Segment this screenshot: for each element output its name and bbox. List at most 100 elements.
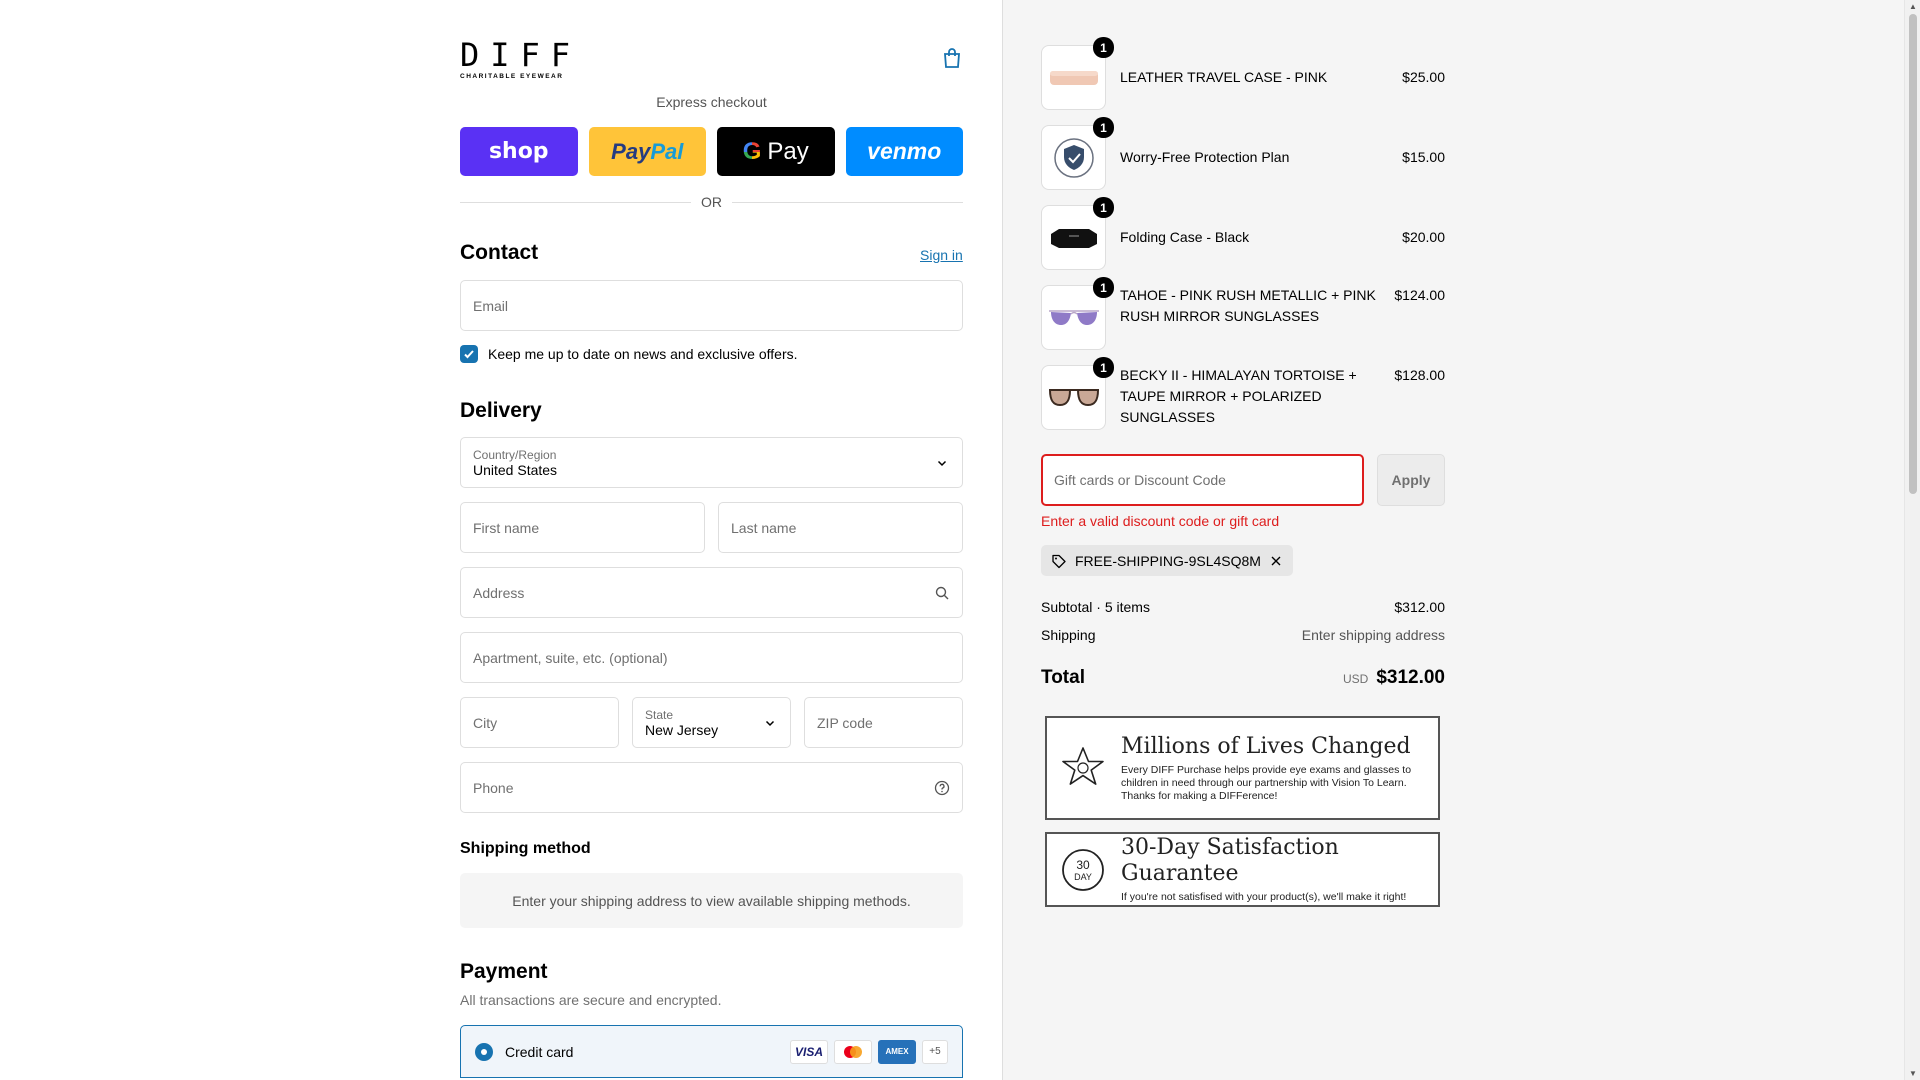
- google-pay-button[interactable]: G Pay: [717, 127, 835, 176]
- remove-discount-icon[interactable]: [1269, 554, 1283, 568]
- city-field[interactable]: City: [460, 697, 619, 748]
- discount-code-placeholder: Gift cards or Discount Code: [1054, 472, 1226, 488]
- help-icon[interactable]: [934, 780, 950, 796]
- product-thumbnail: 1: [1041, 357, 1114, 430]
- contact-title: Contact: [460, 241, 539, 264]
- shipping-method-notice: Enter your shipping address to view avai…: [460, 873, 963, 928]
- paypal-label-a: Pay: [611, 138, 651, 164]
- last-name-placeholder: Last name: [731, 519, 797, 536]
- zip-field[interactable]: ZIP code: [804, 697, 963, 748]
- delivery-title: Delivery: [460, 399, 542, 422]
- phone-field[interactable]: Phone: [460, 762, 963, 813]
- scrollbar-thumb[interactable]: [1909, 14, 1917, 494]
- divider-line: [460, 201, 691, 203]
- item-name: LEATHER TRAVEL CASE - PINK: [1120, 69, 1328, 85]
- star-icon: [1062, 747, 1104, 785]
- express-checkout-title: Express checkout: [656, 94, 767, 110]
- venmo-button[interactable]: venmo: [845, 127, 963, 176]
- mastercard-logo-icon: [844, 1045, 862, 1058]
- badge-number: 30: [1076, 858, 1090, 872]
- email-placeholder: Email: [473, 297, 509, 314]
- apply-discount-button[interactable]: Apply: [1377, 454, 1445, 506]
- country-label: Country/Region: [473, 447, 557, 462]
- scroll-up-arrow-icon[interactable]: ▲: [1909, 2, 1917, 11]
- search-icon: [935, 586, 949, 599]
- more-cards-badge: +5: [922, 1039, 948, 1064]
- checkout-main: DIFF CHARITABLE EYEWEAR Express checkout…: [0, 0, 1002, 1080]
- shipping-method-title: Shipping method: [460, 840, 591, 857]
- shop-pay-button[interactable]: shop: [460, 127, 578, 176]
- lives-changed-content: Millions of Lives Changed Every DIFF Pur…: [1121, 734, 1426, 803]
- cart-item: 1 Worry-Free Protection Plan $15.00: [1041, 117, 1445, 190]
- visa-icon: VISA: [790, 1039, 828, 1064]
- product-thumbnail: 1: [1041, 37, 1114, 110]
- state-select[interactable]: State New Jersey: [632, 697, 791, 748]
- first-name-field[interactable]: First name: [460, 502, 705, 553]
- card-brands: VISA AMEX +5: [790, 1039, 948, 1064]
- brand-logo-tagline: CHARITABLE EYEWEAR: [460, 73, 564, 80]
- shipping-value: Enter shipping address: [1301, 627, 1445, 643]
- apartment-field[interactable]: Apartment, suite, etc. (optional): [460, 632, 963, 683]
- quantity-badge: 1: [1093, 277, 1114, 298]
- payment-subtitle: All transactions are secure and encrypte…: [460, 992, 722, 1008]
- aviator-sunglasses-image: [1048, 309, 1099, 325]
- email-field[interactable]: Email: [460, 280, 963, 331]
- item-name: TAHOE - PINK RUSH METALLIC + PINK RUSH M…: [1120, 287, 1376, 324]
- shopping-bag-icon[interactable]: [940, 46, 964, 70]
- mastercard-icon: [834, 1039, 872, 1064]
- credit-card-radio[interactable]: [475, 1042, 493, 1061]
- page-scrollbar[interactable]: ▲ ▼: [1904, 0, 1920, 1080]
- badge-unit: DAY: [1074, 872, 1092, 882]
- checkmark-icon: [464, 350, 474, 359]
- last-name-field[interactable]: Last name: [718, 502, 963, 553]
- item-price: $124.00: [1394, 287, 1445, 303]
- express-checkout-buttons: shop Pay Pal G Pay venmo: [460, 127, 963, 176]
- guarantee-title: 30-Day Satisfaction Guarantee: [1121, 835, 1339, 886]
- discount-code-input[interactable]: Gift cards or Discount Code: [1041, 454, 1364, 506]
- scroll-down-arrow-icon[interactable]: ▼: [1909, 1069, 1917, 1078]
- cart-item: 1 Folding Case - Black $20.00: [1041, 197, 1445, 270]
- or-divider: OR: [460, 194, 963, 210]
- paypal-button[interactable]: Pay Pal: [588, 127, 706, 176]
- applied-discount-tag: FREE-SHIPPING-9SL4SQ8M: [1041, 545, 1293, 576]
- payment-title: Payment: [460, 960, 548, 983]
- product-thumbnail: 1: [1041, 117, 1114, 190]
- google-pay-label: Pay: [767, 137, 809, 165]
- shipping-method-message: Enter your shipping address to view avai…: [512, 892, 911, 909]
- total-currency: USD: [1342, 672, 1369, 686]
- phone-placeholder: Phone: [473, 779, 514, 796]
- sign-in-link[interactable]: Sign in: [920, 247, 963, 263]
- item-name: Worry-Free Protection Plan: [1120, 149, 1290, 165]
- country-select[interactable]: Country/Region United States: [460, 437, 963, 488]
- guarantee-content: 30-Day Satisfaction Guarantee If you're …: [1121, 835, 1426, 904]
- zip-placeholder: ZIP code: [817, 714, 873, 731]
- venmo-label: venmo: [867, 138, 942, 164]
- lives-changed-text: Every DIFF Purchase helps provide eye ex…: [1121, 763, 1412, 802]
- item-price: $20.00: [1402, 229, 1445, 245]
- quantity-badge: 1: [1093, 117, 1114, 138]
- total-value: $312.00: [1376, 667, 1445, 688]
- quantity-badge: 1: [1093, 37, 1114, 58]
- cart-item: 1 TAHOE - PINK RUSH METALLIC + PINK RUSH…: [1041, 277, 1445, 350]
- tag-icon: [1052, 554, 1066, 568]
- or-label: OR: [701, 194, 722, 210]
- total-row: Total USD $312.00: [1041, 667, 1445, 689]
- paypal-label-b: Pal: [650, 138, 684, 164]
- address-placeholder: Address: [473, 584, 525, 601]
- newsletter-checkbox[interactable]: [460, 345, 478, 363]
- newsletter-label: Keep me up to date on news and exclusive…: [488, 346, 798, 362]
- guarantee-text: If you're not satisfised with your produ…: [1121, 891, 1407, 903]
- item-price: $15.00: [1402, 149, 1445, 165]
- newsletter-option: Keep me up to date on news and exclusive…: [460, 345, 798, 363]
- chevron-down-icon: [937, 460, 947, 466]
- lives-changed-banner: Millions of Lives Changed Every DIFF Pur…: [1045, 716, 1440, 820]
- first-name-placeholder: First name: [473, 519, 540, 536]
- credit-card-option[interactable]: Credit card VISA AMEX +5: [460, 1025, 963, 1078]
- item-price: $128.00: [1394, 367, 1445, 383]
- tortoise-sunglasses-image: [1048, 388, 1099, 406]
- shop-pay-label: shop: [488, 139, 549, 164]
- brand-logo[interactable]: DIFF CHARITABLE EYEWEAR: [460, 38, 570, 80]
- address-field[interactable]: Address: [460, 567, 963, 618]
- item-name: BECKY II - HIMALAYAN TORTOISE + TAUPE MI…: [1120, 367, 1357, 425]
- chevron-down-icon: [765, 720, 775, 726]
